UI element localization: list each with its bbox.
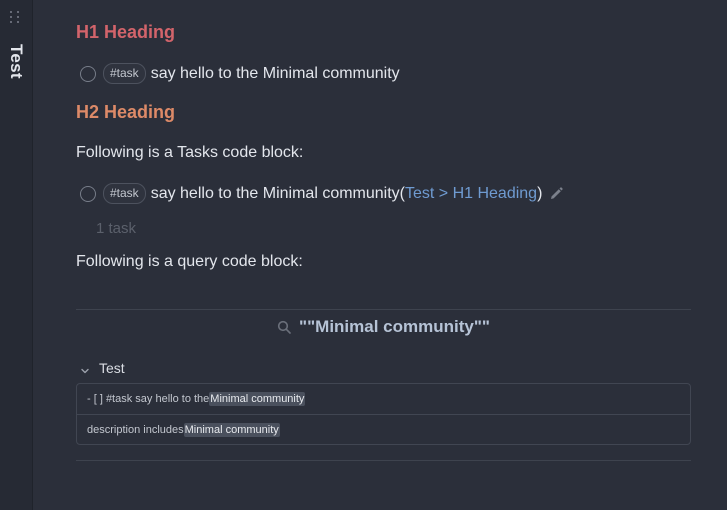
result-file-header[interactable]: Test <box>80 360 125 376</box>
match-text: description includes <box>87 423 184 436</box>
chevron-down-icon[interactable] <box>80 363 90 374</box>
task-checkbox[interactable] <box>80 185 96 202</box>
match-highlight: Minimal community <box>183 422 280 437</box>
task-count: 1 task <box>96 220 137 237</box>
task-tag[interactable]: #task <box>103 63 146 84</box>
task-text: say hello to the Minimal community <box>150 184 400 202</box>
search-match[interactable]: description includes Minimal community <box>77 414 690 444</box>
task-checkbox[interactable] <box>80 65 96 82</box>
backlink[interactable]: Test > H1 Heading <box>405 185 537 203</box>
tasks-result-item: #task say hello to the Minimal community… <box>80 183 564 204</box>
search-matches: - [ ] #task say hello to the Minimal com… <box>76 383 691 445</box>
query-title: ""Minimal community"" <box>299 317 490 336</box>
match-text: - [ ] #task say hello to the <box>87 393 210 405</box>
h2-heading: H2 Heading <box>76 102 176 122</box>
query-header: ""Minimal community"" <box>76 317 691 337</box>
backlink-close-paren: ) <box>537 184 543 202</box>
side-rail: Test <box>0 0 33 510</box>
search-icon <box>277 320 291 334</box>
note-title[interactable]: Test <box>6 44 26 79</box>
task-tag[interactable]: #task <box>103 183 146 204</box>
embedded-query: ""Minimal community"" Test - [ ] #task s… <box>76 309 691 461</box>
task-item: #task say hello to the Minimal community <box>80 63 400 84</box>
drag-handle-icon[interactable] <box>10 11 22 23</box>
task-text: say hello to the Minimal community <box>150 64 400 82</box>
search-match[interactable]: - [ ] #task say hello to the Minimal com… <box>77 384 690 414</box>
match-highlight: Minimal community <box>209 392 306 406</box>
paragraph-query-intro: Following is a query code block: <box>76 253 303 270</box>
h1-heading: H1 Heading <box>76 22 176 42</box>
result-file-name: Test <box>99 360 125 376</box>
paragraph-tasks-intro: Following is a Tasks code block: <box>76 144 304 161</box>
app-window: Test H1 Heading #task say hello to the M… <box>0 0 727 510</box>
pencil-icon[interactable] <box>548 186 564 202</box>
